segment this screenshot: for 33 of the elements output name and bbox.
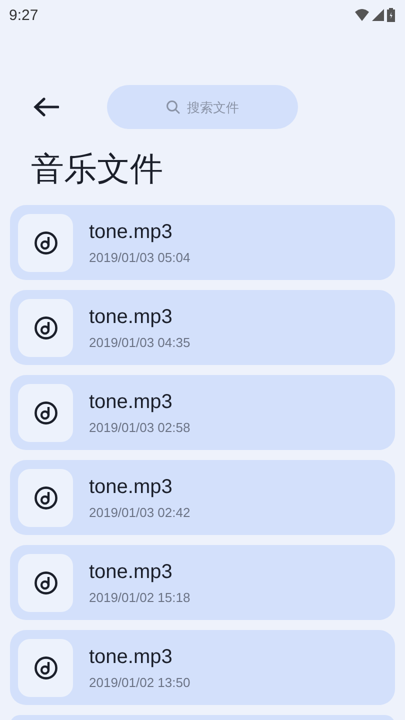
music-note-icon <box>34 570 58 594</box>
file-name: tone.mp3 <box>89 646 174 668</box>
file-name: tone.mp3 <box>89 306 174 328</box>
status-time: 9:27 <box>9 6 38 24</box>
file-item[interactable]: tone.mp3 2019/01/02 15:18 <box>10 545 395 620</box>
file-item[interactable]: tone.mp3 2019/01/03 05:04 <box>10 205 395 280</box>
file-date: 2019/01/03 02:42 <box>89 504 190 520</box>
music-note-icon <box>34 656 58 680</box>
file-item[interactable]: tone.mp3 2019/01/02 13:50 <box>10 630 395 705</box>
page-title: 音乐文件 <box>30 149 164 189</box>
file-name: tone.mp3 <box>89 476 174 498</box>
battery-icon <box>387 8 395 22</box>
file-name: tone.mp3 <box>89 560 174 584</box>
music-note-icon <box>34 400 58 424</box>
file-date: 2019/01/02 13:50 <box>89 674 190 690</box>
file-date: 2019/01/03 04:35 <box>89 334 190 350</box>
signal-icon <box>372 9 384 21</box>
music-note-icon <box>34 316 58 340</box>
file-date: 2019/01/02 15:18 <box>89 590 190 604</box>
back-button[interactable] <box>33 97 59 117</box>
back-arrow-icon <box>33 97 59 117</box>
file-item[interactable]: tone.mp3 2019/01/03 02:58 <box>10 375 395 450</box>
search-field[interactable]: 搜索文件 <box>107 85 298 129</box>
search-icon <box>166 100 180 114</box>
wifi-icon <box>355 9 369 21</box>
file-name: tone.mp3 <box>89 220 174 244</box>
file-item[interactable]: tone.mp3 2019/01/03 02:42 <box>10 460 395 535</box>
file-item[interactable]: tone.mp3 2019/01/03 04:35 <box>10 290 395 365</box>
music-note-icon <box>34 230 58 254</box>
file-date: 2019/01/03 05:04 <box>89 250 190 264</box>
music-note-icon <box>34 486 58 510</box>
file-date: 2019/01/03 02:58 <box>89 420 190 434</box>
file-name: tone.mp3 <box>89 390 174 414</box>
